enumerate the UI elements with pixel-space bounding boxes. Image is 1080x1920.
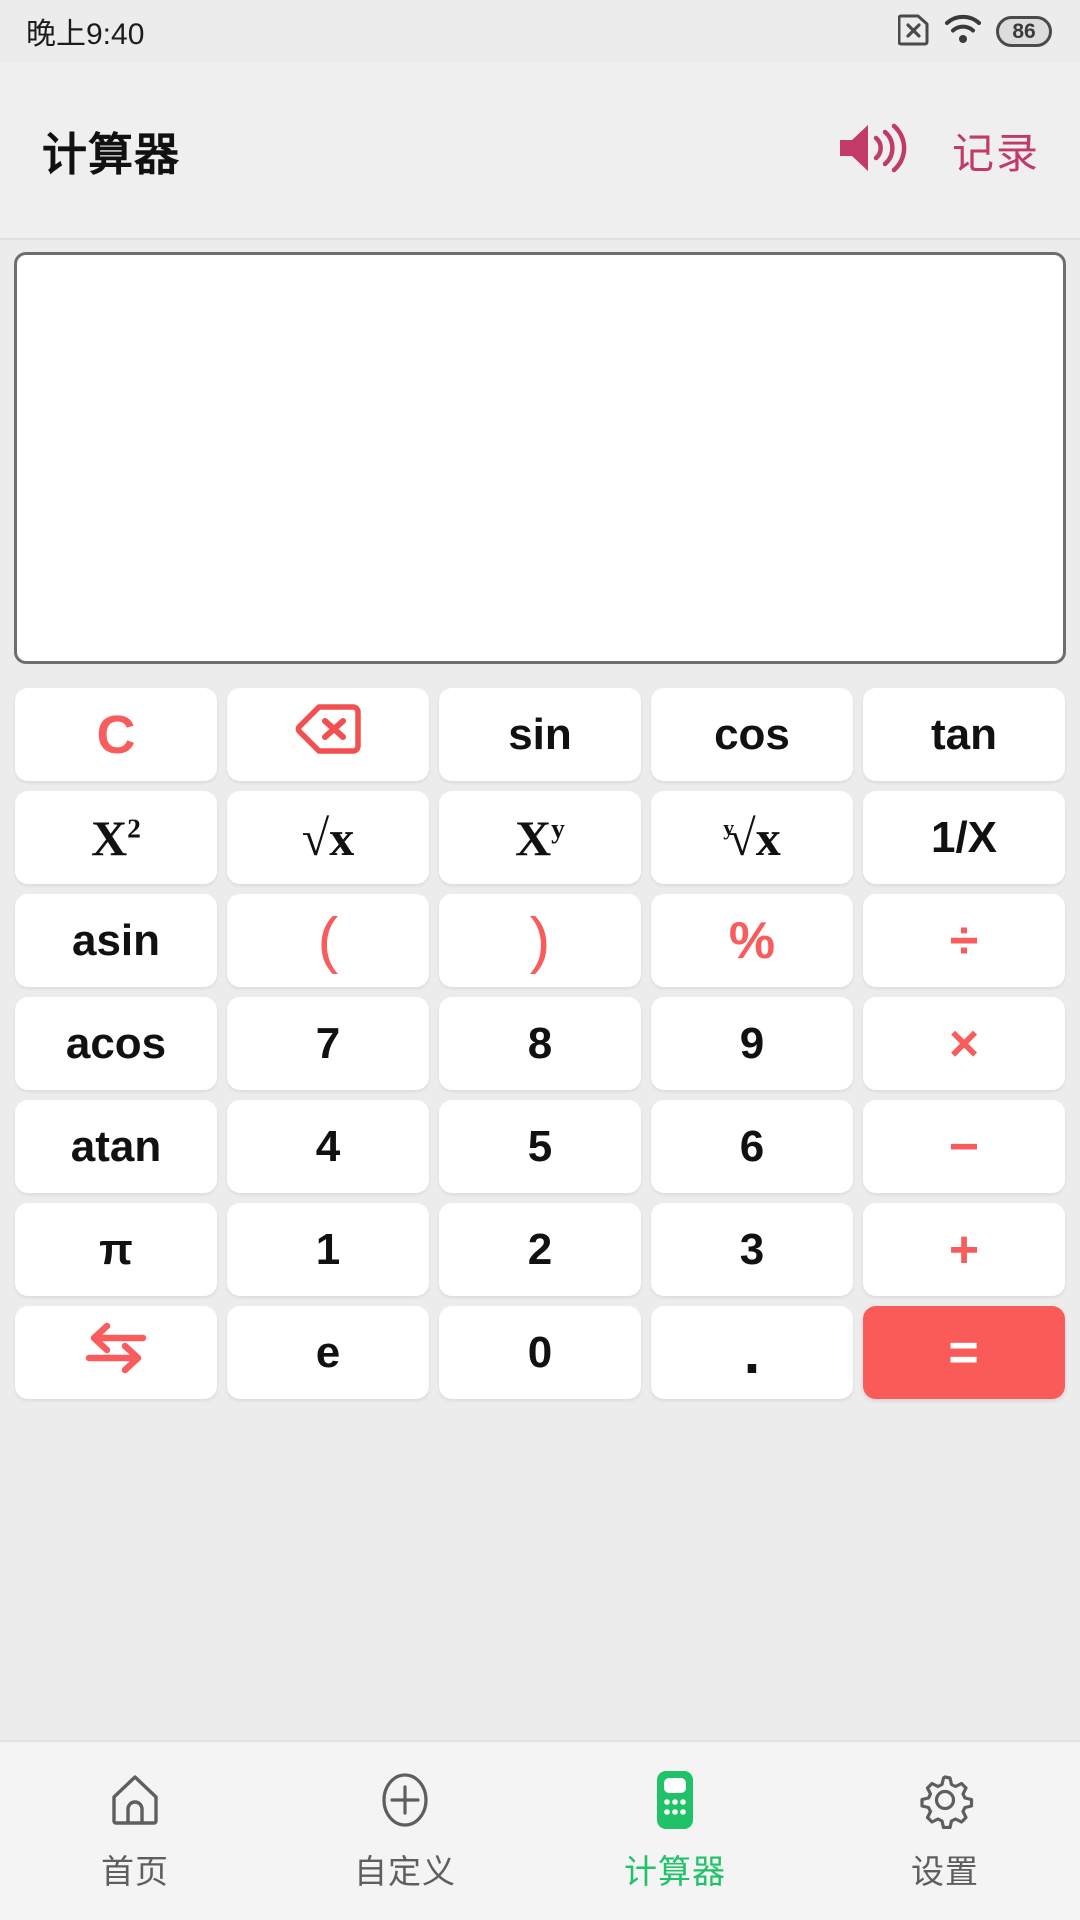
backspace-icon <box>295 703 361 766</box>
status-bar: 晚上9:40 86 <box>0 0 1080 62</box>
nav-custom-label: 自定义 <box>354 1853 456 1890</box>
decimal-point-button[interactable]: . <box>651 1306 853 1399</box>
digit-3-button[interactable]: 3 <box>651 1203 853 1296</box>
key-label: √x <box>301 809 355 866</box>
digit-9-button[interactable]: 9 <box>651 997 853 1090</box>
multiply-button[interactable]: × <box>863 997 1065 1090</box>
equals-button[interactable]: = <box>863 1306 1065 1399</box>
keypad-row: π 1 2 3 + <box>15 1203 1065 1296</box>
bottom-navigation: 首页 自定义 计算器 设置 <box>0 1740 1080 1920</box>
display-wrapper <box>0 240 1080 664</box>
keypad-row: Csin cos tan <box>15 688 1065 781</box>
reciprocal-button[interactable]: 1/X <box>863 791 1065 884</box>
plus-circle-icon <box>376 1769 434 1831</box>
asin-button[interactable]: asin <box>15 894 217 987</box>
nth-root-button[interactable]: y √x <box>651 791 853 884</box>
digit-0-button[interactable]: 0 <box>439 1306 641 1399</box>
close-paren-button[interactable]: ) <box>439 894 641 987</box>
status-icons: 86 <box>897 12 1052 51</box>
speaker-volume-icon <box>836 119 908 182</box>
x-power-y-button[interactable]: Xy <box>439 791 641 884</box>
minus-button[interactable]: − <box>863 1100 1065 1193</box>
divide-button[interactable]: ÷ <box>863 894 1065 987</box>
key-label: = <box>948 1323 980 1382</box>
digit-4-button[interactable]: 4 <box>227 1100 429 1193</box>
backspace-button[interactable] <box>227 688 429 781</box>
keypad-row: X2 √x Xy y √x 1/X <box>15 791 1065 884</box>
keypad-row: acos 7 8 9 × <box>15 997 1065 1090</box>
key-label: + <box>948 1220 980 1279</box>
key-label: ) <box>529 905 551 975</box>
sin-button[interactable]: sin <box>439 688 641 781</box>
status-time: 晚上9:40 <box>26 18 145 51</box>
key-label: % <box>728 911 776 970</box>
clear-button[interactable]: C <box>15 688 217 781</box>
digit-8-button[interactable]: 8 <box>439 997 641 1090</box>
keypad-row: atan 4 5 6 − <box>15 1100 1065 1193</box>
key-label: − <box>948 1117 980 1176</box>
digit-6-button[interactable]: 6 <box>651 1100 853 1193</box>
key-label: ( <box>317 905 339 975</box>
euler-e-button[interactable]: e <box>227 1306 429 1399</box>
calculator-icon <box>653 1769 697 1831</box>
record-history-button[interactable]: 记录 <box>952 120 1046 181</box>
nav-home[interactable]: 首页 <box>0 1769 270 1893</box>
atan-button[interactable]: atan <box>15 1100 217 1193</box>
plus-button[interactable]: + <box>863 1203 1065 1296</box>
page-title: 计算器 <box>42 128 181 180</box>
calculator-display[interactable] <box>14 252 1066 664</box>
nav-calculator[interactable]: 计算器 <box>540 1769 810 1893</box>
digit-2-button[interactable]: 2 <box>439 1203 641 1296</box>
sim-card-off-icon <box>897 12 930 51</box>
key-label: . <box>743 1318 761 1386</box>
keypad-row: e 0. = <box>15 1306 1065 1399</box>
digit-5-button[interactable]: 5 <box>439 1100 641 1193</box>
key-label: Xy <box>515 809 565 866</box>
nav-custom[interactable]: 自定义 <box>270 1769 540 1893</box>
sound-toggle-button[interactable] <box>834 120 910 180</box>
swap-arrows-icon <box>81 1317 151 1388</box>
cos-button[interactable]: cos <box>651 688 853 781</box>
open-paren-button[interactable]: ( <box>227 894 429 987</box>
battery-indicator: 86 <box>996 15 1052 47</box>
key-label: ÷ <box>949 911 979 970</box>
header-actions: 记录 <box>834 120 1046 181</box>
tan-button[interactable]: tan <box>863 688 1065 781</box>
nav-settings[interactable]: 设置 <box>810 1769 1080 1893</box>
home-icon <box>106 1769 164 1831</box>
wifi-icon <box>944 14 982 49</box>
acos-button[interactable]: acos <box>15 997 217 1090</box>
percent-button[interactable]: % <box>651 894 853 987</box>
x-squared-button[interactable]: X2 <box>15 791 217 884</box>
nav-settings-label: 设置 <box>911 1853 979 1890</box>
nav-calculator-label: 计算器 <box>624 1853 726 1890</box>
keypad-row: asin ()% ÷ <box>15 894 1065 987</box>
swap-button[interactable] <box>15 1306 217 1399</box>
nav-home-label: 首页 <box>101 1853 169 1890</box>
calculator-keypad: Csin cos tan X2 √x Xy y √x 1/X asin ()% ÷ acos 7 8 9 × at… <box>0 664 1080 1419</box>
key-label: X2 <box>91 809 141 866</box>
square-root-button[interactable]: √x <box>227 791 429 884</box>
gear-icon <box>916 1769 974 1831</box>
key-label: × <box>948 1014 980 1073</box>
app-header: 计算器 记录 <box>0 62 1080 240</box>
digit-1-button[interactable]: 1 <box>227 1203 429 1296</box>
battery-level: 86 <box>1012 19 1036 43</box>
digit-7-button[interactable]: 7 <box>227 997 429 1090</box>
key-label: y √x <box>723 809 781 866</box>
pi-button[interactable]: π <box>15 1203 217 1296</box>
